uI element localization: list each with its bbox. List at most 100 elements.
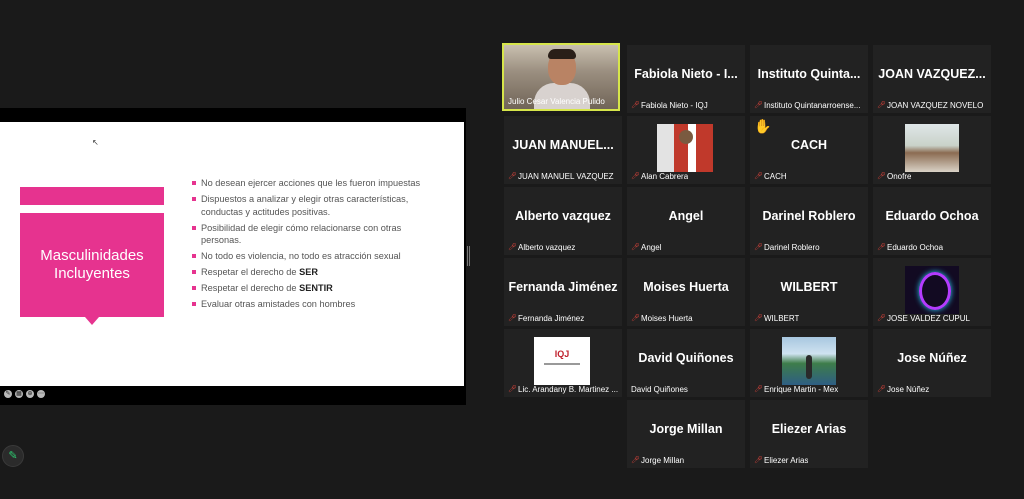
participant-tile[interactable]: Fernanda Jiménez 🎤︎ Fernanda Jiménez — [504, 258, 622, 326]
participant-display-name: Fernanda Jiménez — [508, 280, 618, 294]
participant-tile[interactable]: Darinel Roblero 🎤︎ Darinel Roblero — [750, 187, 868, 255]
mic-muted-icon: 🎤︎ — [754, 172, 763, 180]
participant-display-name: Eliezer Arias — [771, 422, 847, 436]
participant-display-name: JOAN VAZQUEZ... — [878, 67, 986, 81]
participant-label: 🎤︎ Eliezer Arias — [754, 456, 809, 465]
participant-tile[interactable]: 🎤︎ Alan Cabrera — [627, 116, 745, 184]
slides-grid-icon[interactable]: ▦ — [15, 390, 23, 398]
participant-display-name: Alberto vazquez — [515, 209, 611, 223]
participant-label: 🎤︎ Onofre — [877, 172, 912, 181]
participant-display-name: Moises Huerta — [643, 280, 729, 294]
mic-muted-icon: 🎤︎ — [508, 172, 517, 180]
participant-tile[interactable]: Instituto Quinta... 🎤︎ Instituto Quintana… — [750, 45, 868, 113]
slide-title: Masculinidades Incluyentes — [20, 213, 164, 317]
participant-photo — [782, 337, 836, 385]
mouse-cursor-icon: ↖ — [92, 138, 99, 147]
participant-tile[interactable]: JOAN VAZQUEZ... 🎤︎ JOAN VAZQUEZ NOVELO — [873, 45, 991, 113]
mic-muted-icon: 🎤︎ — [877, 101, 886, 109]
pencil-icon[interactable]: ✎ — [2, 445, 24, 467]
participant-label: 🎤︎ WILBERT — [754, 314, 800, 323]
bullet-item: No desean ejercer acciones que les fuero… — [192, 177, 422, 190]
mic-muted-icon: 🎤︎ — [631, 314, 640, 322]
participant-tile[interactable]: JUAN MANUEL... 🎤︎ JUAN MANUEL VAZQUEZ — [504, 116, 622, 184]
bullet-item: Respetar el derecho de SER — [192, 266, 422, 279]
view-splitter-handle[interactable] — [467, 246, 470, 266]
participant-label: 🎤︎ Angel — [631, 243, 662, 252]
participant-display-name: Darinel Roblero — [762, 209, 856, 223]
mic-muted-icon: 🎤︎ — [877, 172, 886, 180]
participant-display-name: Jorge Millan — [649, 422, 723, 436]
mic-muted-icon: 🎤︎ — [754, 385, 763, 393]
mic-muted-icon: 🎤︎ — [754, 101, 763, 109]
participant-label: 🎤︎ JOAN VAZQUEZ NOVELO — [877, 101, 984, 110]
participant-photo — [905, 266, 959, 314]
pen-tool-icon[interactable]: ✎ — [4, 390, 12, 398]
participant-label: 🎤︎ Alberto vazquez — [508, 243, 576, 252]
title-callout-pointer — [85, 317, 99, 325]
participant-tile[interactable]: 🎤︎ JOSE VALDEZ CUPUL — [873, 258, 991, 326]
participant-label: 🎤︎ Lic. Arandany B. Martinez ... — [508, 385, 619, 394]
organization-logo: IQJ — [534, 337, 590, 385]
mic-muted-icon: 🎤︎ — [631, 243, 640, 251]
participant-label: 🎤︎ Eduardo Ochoa — [877, 243, 944, 252]
raised-hand-icon: ✋ — [754, 118, 772, 134]
mic-muted-icon: 🎤︎ — [754, 314, 763, 322]
bullet-item: No todo es violencia, no todo es atracci… — [192, 250, 422, 263]
participant-tile[interactable]: WILBERT 🎤︎ WILBERT — [750, 258, 868, 326]
participant-tile[interactable]: Alberto vazquez 🎤︎ Alberto vazquez — [504, 187, 622, 255]
mic-muted-icon: 🎤︎ — [754, 243, 763, 251]
bullet-list: No desean ejercer acciones que les fuero… — [192, 177, 422, 314]
participant-tile[interactable]: Moises Huerta 🎤︎ Moises Huerta — [627, 258, 745, 326]
participant-tile[interactable]: 🎤︎ Onofre — [873, 116, 991, 184]
zoom-icon[interactable]: ⊕ — [26, 390, 34, 398]
participant-tile[interactable]: Angel 🎤︎ Angel — [627, 187, 745, 255]
participant-label: 🎤︎ Moises Huerta — [631, 314, 693, 323]
bullet-item: Respetar el derecho de SENTIR — [192, 282, 422, 295]
participant-label: 🎤︎ Alan Cabrera — [631, 172, 689, 181]
shared-screen[interactable]: ↖ Masculinidades Incluyentes No desean e… — [0, 108, 466, 405]
participant-label: 🎤︎ JOSE VALDEZ CUPUL — [877, 314, 970, 323]
participant-display-name: Jose Núñez — [897, 351, 967, 365]
mic-muted-icon: 🎤︎ — [877, 243, 886, 251]
participant-tile[interactable]: ✋ CACH 🎤︎ CACH — [750, 116, 868, 184]
participant-label: 🎤︎ Fernanda Jiménez — [508, 314, 585, 323]
participant-label: 🎤︎ Darinel Roblero — [754, 243, 820, 252]
participant-label: 🎤︎ CACH — [754, 172, 787, 181]
participant-label: 🎤︎ Jose Núñez — [877, 385, 930, 394]
mic-muted-icon: 🎤︎ — [877, 385, 886, 393]
mic-muted-icon: 🎤︎ — [877, 314, 886, 322]
participant-tile[interactable]: 🎤︎ Enrique Martin - Mex — [750, 329, 868, 397]
participant-tile[interactable]: IQJ 🎤︎ Lic. Arandany B. Martinez ... — [504, 329, 622, 397]
mic-muted-icon: 🎤︎ — [631, 172, 640, 180]
mic-muted-icon: 🎤︎ — [508, 243, 517, 251]
participant-label: Julio Cesar Valencia Pulido — [508, 97, 605, 106]
bullet-item: Evaluar otras amistades con hombres — [192, 298, 422, 311]
participant-tile[interactable]: Jose Núñez 🎤︎ Jose Núñez — [873, 329, 991, 397]
participant-photo — [905, 124, 959, 172]
participant-display-name: Angel — [668, 209, 704, 223]
bullet-item: Dispuestos a analizar y elegir otras car… — [192, 193, 422, 218]
participant-display-name: David Quiñones — [638, 351, 734, 365]
participant-display-name: CACH — [790, 138, 828, 152]
participant-label: 🎤︎ Fabiola Nieto - IQJ — [631, 101, 708, 110]
participant-label: 🎤︎ Enrique Martin - Mex — [754, 385, 839, 394]
participant-tile[interactable]: Fabiola Nieto - I... 🎤︎ Fabiola Nieto - I… — [627, 45, 745, 113]
more-options-icon[interactable]: ⋯ — [37, 390, 45, 398]
participant-photo — [657, 124, 713, 172]
mic-muted-icon: 🎤︎ — [631, 456, 640, 464]
participant-tile[interactable]: Julio Cesar Valencia Pulido — [502, 43, 620, 111]
participant-tile[interactable]: Jorge Millan 🎤︎ Jorge Millan — [627, 400, 745, 468]
participant-tile[interactable]: Eliezer Arias 🎤︎ Eliezer Arias — [750, 400, 868, 468]
participant-display-name: Fabiola Nieto - I... — [634, 67, 738, 81]
participant-tile[interactable]: Eduardo Ochoa 🎤︎ Eduardo Ochoa — [873, 187, 991, 255]
participant-label: 🎤︎ JUAN MANUEL VAZQUEZ — [508, 172, 614, 181]
mic-muted-icon: 🎤︎ — [508, 314, 517, 322]
participant-display-name: Instituto Quinta... — [757, 67, 861, 81]
participant-tile[interactable]: David Quiñones David Quiñones — [627, 329, 745, 397]
slide-controls: ✎ ▦ ⊕ ⋯ — [0, 386, 466, 405]
presentation-slide: ↖ Masculinidades Incluyentes No desean e… — [0, 122, 464, 386]
participant-label: 🎤︎ Instituto Quintanarroense... — [754, 101, 861, 110]
participant-display-name: Eduardo Ochoa — [885, 209, 979, 223]
participant-display-name: WILBERT — [780, 280, 838, 294]
participant-label: 🎤︎ Jorge Millan — [631, 456, 685, 465]
